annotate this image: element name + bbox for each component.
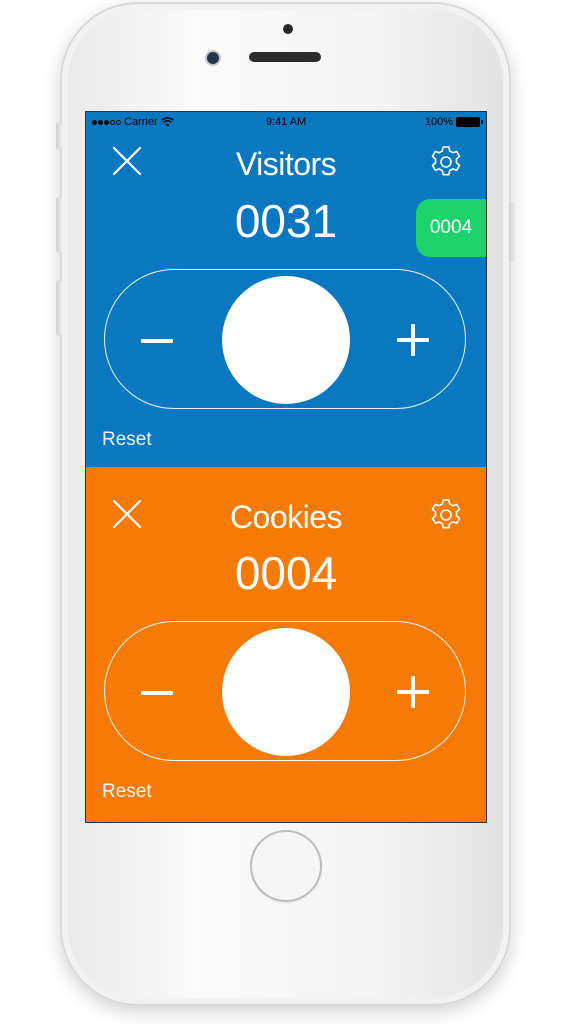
gear-icon[interactable] [428, 144, 464, 180]
app-screen: Carrier 9:41 AM 100% Visitors 0031 Reset… [85, 111, 487, 823]
home-button[interactable] [250, 830, 322, 902]
status-bar-right: 100% [424, 116, 483, 128]
proximity-sensor [283, 24, 293, 34]
counter-panel-cookies: Cookies 0004 Reset [86, 467, 486, 822]
tap-knob[interactable] [222, 276, 350, 404]
reset-button[interactable]: Reset [102, 781, 152, 803]
mute-switch [56, 122, 62, 150]
increment-button[interactable] [397, 676, 429, 708]
gear-icon[interactable] [428, 497, 464, 533]
counter-value: 0004 [234, 547, 338, 599]
reset-button[interactable]: Reset [102, 429, 152, 451]
increment-button[interactable] [397, 324, 429, 356]
status-badge[interactable]: 0004 [416, 199, 486, 257]
decrement-button[interactable] [141, 691, 173, 695]
front-camera [207, 52, 219, 64]
volume-up-button [56, 197, 62, 253]
earpiece-speaker [249, 52, 321, 62]
volume-down-button [56, 280, 62, 336]
counter-stepper [104, 269, 466, 409]
counter-panel-visitors: Visitors 0031 Reset 0004 [86, 112, 486, 467]
decrement-button[interactable] [141, 339, 173, 343]
counter-title: Visitors [235, 146, 337, 182]
power-button [509, 202, 515, 262]
battery-percent: 100% [424, 116, 453, 128]
battery-icon [456, 117, 483, 127]
tap-knob[interactable] [222, 628, 350, 756]
status-bar: Carrier 9:41 AM 100% [86, 112, 486, 132]
counter-stepper [104, 621, 466, 761]
counter-title: Cookies [229, 499, 343, 535]
